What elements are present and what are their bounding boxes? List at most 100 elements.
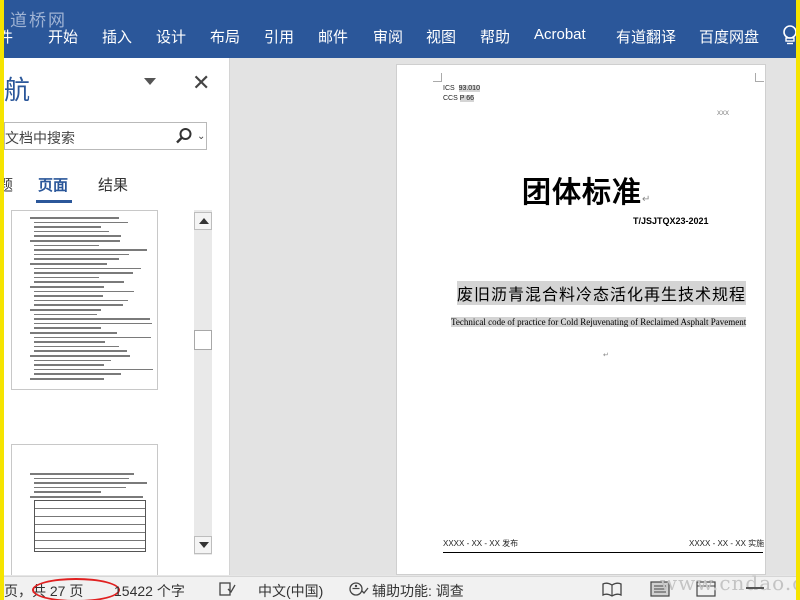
tab-view[interactable]: 视图 <box>426 26 456 47</box>
document-page[interactable]: ICS 93.010 CCS P 66 XXX 团体标准↵ T/JSJTQX23… <box>396 64 766 575</box>
thumbnail-text-line <box>34 350 128 352</box>
thumbnail-text-line <box>34 272 134 274</box>
thumbnail-text-line <box>34 304 124 306</box>
thumbnail-text-line <box>34 477 129 480</box>
footer-rule <box>443 552 763 553</box>
word-window: 道桥网 件 开始 插入 设计 布局 引用 邮件 审阅 视图 帮助 Acrobat… <box>4 0 796 600</box>
ics-label: ICS 93.010 <box>443 85 480 92</box>
standard-code: T/JSJTQX23-2021 <box>633 216 709 226</box>
paragraph-mark: ↵ <box>603 352 609 359</box>
thumbnail-text-line <box>34 313 97 316</box>
thumbnail-text-line <box>34 336 152 339</box>
accessibility-icon[interactable] <box>348 581 370 597</box>
thumbnail-text-line <box>34 299 128 302</box>
tab-home[interactable]: 开始 <box>48 26 78 47</box>
thumbnail-scrollbar[interactable] <box>194 210 212 555</box>
tab-help[interactable]: 帮助 <box>480 26 510 47</box>
tab-results[interactable]: 结果 <box>98 174 128 195</box>
thumbnail-text-line <box>34 258 119 260</box>
thumbnail-text-line <box>34 364 105 366</box>
thumbnail-text-line <box>30 263 108 265</box>
site-watermark-footer: www.cndao.com <box>660 571 796 595</box>
header-placeholder-text: XXX <box>717 111 730 117</box>
thumbnail-text-line <box>34 359 111 362</box>
thumbnail-text-line <box>30 496 144 498</box>
thumbnail-text-line <box>34 221 128 224</box>
thumbnail-text-line <box>30 240 121 242</box>
thumbnail-text-line <box>34 226 101 228</box>
thumbnail-text-line <box>34 322 153 325</box>
tab-youdao[interactable]: 有道翻译 <box>616 26 676 47</box>
zoom-out-icon[interactable] <box>746 587 764 589</box>
search-input[interactable]: 文档中搜索 <box>5 128 75 148</box>
page-thumbnail-6[interactable] <box>11 210 158 390</box>
thumbnail-text-line <box>34 345 120 348</box>
search-options-icon[interactable]: ⌄ <box>197 131 205 142</box>
active-tab-indicator <box>36 200 72 203</box>
tab-layout[interactable]: 布局 <box>210 26 240 47</box>
chinese-standard-name: 废旧沥青混合料冷态活化再生技术规程 <box>457 281 747 305</box>
close-icon[interactable]: ✕ <box>192 70 210 96</box>
ribbon: 道桥网 件 开始 插入 设计 布局 引用 邮件 审阅 视图 帮助 Acrobat… <box>4 0 796 58</box>
thumbnail-text-line <box>34 253 130 256</box>
tab-baidu-netdisk[interactable]: 百度网盘 <box>699 26 759 47</box>
thumbnail-text-line <box>34 491 102 493</box>
thumbnail-text-line <box>34 230 109 233</box>
thumbnail-text-line <box>30 217 120 219</box>
thumbnail-text-line <box>30 473 134 475</box>
lightbulb-icon[interactable] <box>780 24 796 46</box>
thumbnail-text-line <box>30 355 131 357</box>
scroll-up-button[interactable] <box>194 212 212 230</box>
thumbnail-text-line <box>30 309 101 311</box>
tab-acrobat[interactable]: Acrobat <box>534 26 586 43</box>
tab-file[interactable]: 件 <box>4 26 13 47</box>
word-count[interactable]: 15422 个字 <box>114 581 185 600</box>
implement-date: XXXX - XX - XX 实施 <box>689 539 765 548</box>
tab-mailings[interactable]: 邮件 <box>318 26 348 47</box>
thumbnail-text-line <box>34 486 127 489</box>
search-icon[interactable] <box>175 127 193 145</box>
scroll-down-button[interactable] <box>194 536 212 554</box>
thumbnail-text-line <box>34 482 148 484</box>
nav-search-box[interactable]: 文档中搜索 ⌄ <box>4 122 207 150</box>
publish-date: XXXX - XX - XX 发布 <box>443 539 519 548</box>
thumbnail-text-line <box>34 267 141 270</box>
thumbnail-text-line <box>34 235 121 237</box>
status-bar: 页，共 27 页 15422 个字 中文(中国) 辅助功能: 调查 www.cn… <box>4 571 796 600</box>
thumbnail-text-line <box>34 276 99 279</box>
chevron-down-icon[interactable] <box>144 78 156 85</box>
thumbnail-text-line <box>30 378 104 380</box>
document-title: 团体标准↵ <box>522 175 652 209</box>
tab-insert[interactable]: 插入 <box>102 26 132 47</box>
tab-pages[interactable]: 页面 <box>38 174 68 195</box>
thumbnail-text-line <box>34 373 121 375</box>
language-indicator[interactable]: 中文(中国) <box>258 581 323 600</box>
page-thumbnail-7[interactable] <box>11 444 158 575</box>
english-standard-name: Technical code of practice for Cold Reju… <box>451 317 747 327</box>
document-area: ICS 93.010 CCS P 66 XXX 团体标准↵ T/JSJTQX23… <box>230 58 796 575</box>
read-mode-icon[interactable] <box>602 582 622 597</box>
crop-mark <box>433 73 442 82</box>
page-thumbnails: 6 <box>4 210 194 575</box>
navigation-pane: 航 ✕ 文档中搜索 ⌄ 题 页面 结果 6 <box>4 58 230 575</box>
accessibility-status[interactable]: 辅助功能: 调查 <box>372 581 464 600</box>
thumbnail-text-line <box>34 341 106 343</box>
thumbnail-text-line <box>34 295 104 297</box>
crop-mark <box>755 73 764 82</box>
nav-pane-title: 航 <box>4 75 31 105</box>
tab-references[interactable]: 引用 <box>264 26 294 47</box>
thumbnail-text-line <box>34 281 124 283</box>
tab-design[interactable]: 设计 <box>156 26 186 47</box>
proofing-icon[interactable] <box>218 581 236 597</box>
thumbnail-text-line <box>34 318 151 320</box>
tab-review[interactable]: 审阅 <box>373 26 403 47</box>
thumbnail-text-line <box>30 286 105 288</box>
thumbnail-text-line <box>34 249 147 251</box>
ccs-label: CCS P 66 <box>443 95 475 102</box>
thumbnail-text-line <box>34 368 154 371</box>
annotation-circle <box>32 578 120 600</box>
thumbnail-text-line <box>30 332 117 334</box>
tab-headings[interactable]: 题 <box>4 174 13 195</box>
thumbnail-table <box>34 500 146 552</box>
scroll-thumb[interactable] <box>194 330 212 350</box>
